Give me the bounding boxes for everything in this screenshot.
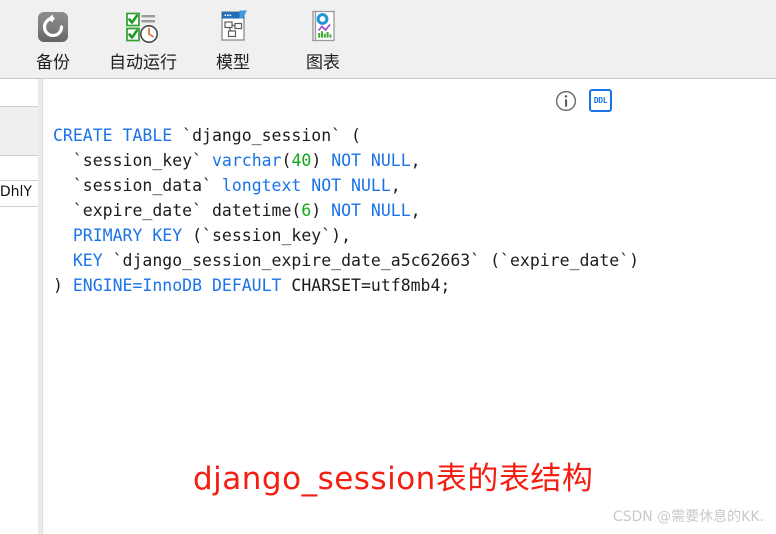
grid-row-divider [0,155,38,156]
sql-token: 6 [301,201,312,220]
sql-token: `session_data` [53,176,222,195]
sql-token: ENGINE=InnoDB DEFAULT [72,276,292,295]
sql-token: ( [291,201,302,220]
model-diagram-icon [211,5,255,49]
toolbar-button-chart-label: 图表 [306,53,340,73]
ddl-icon[interactable]: DDL [589,89,612,112]
grid-row-divider [0,180,38,181]
toolbar-button-model-label: 模型 [216,53,250,73]
sql-token: CHARSET=utf8mb4; [291,276,451,295]
sql-token: (`session_key`), [192,226,352,245]
auto-run-schedule-icon [121,5,165,49]
sql-ddl-code[interactable]: CREATE TABLE `django_session` ( `session… [53,123,639,298]
app-window: 备份 自动运行 模型 图表 DhlY DDL CREATE TABLE `dja… [0,0,776,534]
grid-cell-value[interactable]: lDhlY [0,184,32,200]
sql-token: ) [53,276,73,295]
sql-token: , [410,201,421,220]
sql-token: ) [311,201,332,220]
sql-token: `expire_date` datetime [53,201,292,220]
ddl-viewer-panel: DDL CREATE TABLE `django_session` ( `ses… [43,79,776,534]
info-icon[interactable] [555,90,577,112]
sql-token: longtext NOT NULL [221,176,391,195]
toolbar-button-model[interactable]: 模型 [188,0,278,79]
sql-token: , [410,151,421,170]
sql-token: `session_key` [53,151,212,170]
main-toolbar: 备份 自动运行 模型 图表 [0,0,776,79]
sql-token: NOT NULL [331,201,411,220]
sql-token: varchar [211,151,282,170]
toolbar-button-auto-run[interactable]: 自动运行 [98,0,188,79]
sql-token: `django_session` ( [182,126,361,145]
ddl-icon-label: DDL [593,95,608,105]
grid-row-divider [0,206,38,207]
sql-token: , [390,176,401,195]
sql-token: ( [281,151,292,170]
backup-restore-icon [31,5,75,49]
sql-token: KEY [53,251,113,270]
sql-token: ) [311,151,332,170]
annotation-text: django_session表的表结构 [193,461,594,497]
sql-token: `django_session_expire_date_a5c62663` (`… [112,251,640,270]
toolbar-button-backup[interactable]: 备份 [8,0,98,79]
toolbar-button-auto-run-label: 自动运行 [109,53,177,73]
chart-report-icon [301,5,345,49]
left-result-grid-partial[interactable]: lDhlY [0,79,38,534]
sql-token: NOT NULL [331,151,411,170]
sql-token: 40 [291,151,312,170]
sql-token: CREATE TABLE [53,126,183,145]
csdn-watermark: CSDN @需要休息的KK. [612,509,764,525]
toolbar-button-backup-label: 备份 [36,53,70,73]
sql-token: PRIMARY KEY [53,226,193,245]
toolbar-button-chart[interactable]: 图表 [278,0,368,79]
grid-row-highlighted[interactable] [0,107,38,155]
content-action-bar: DDL [555,89,612,112]
